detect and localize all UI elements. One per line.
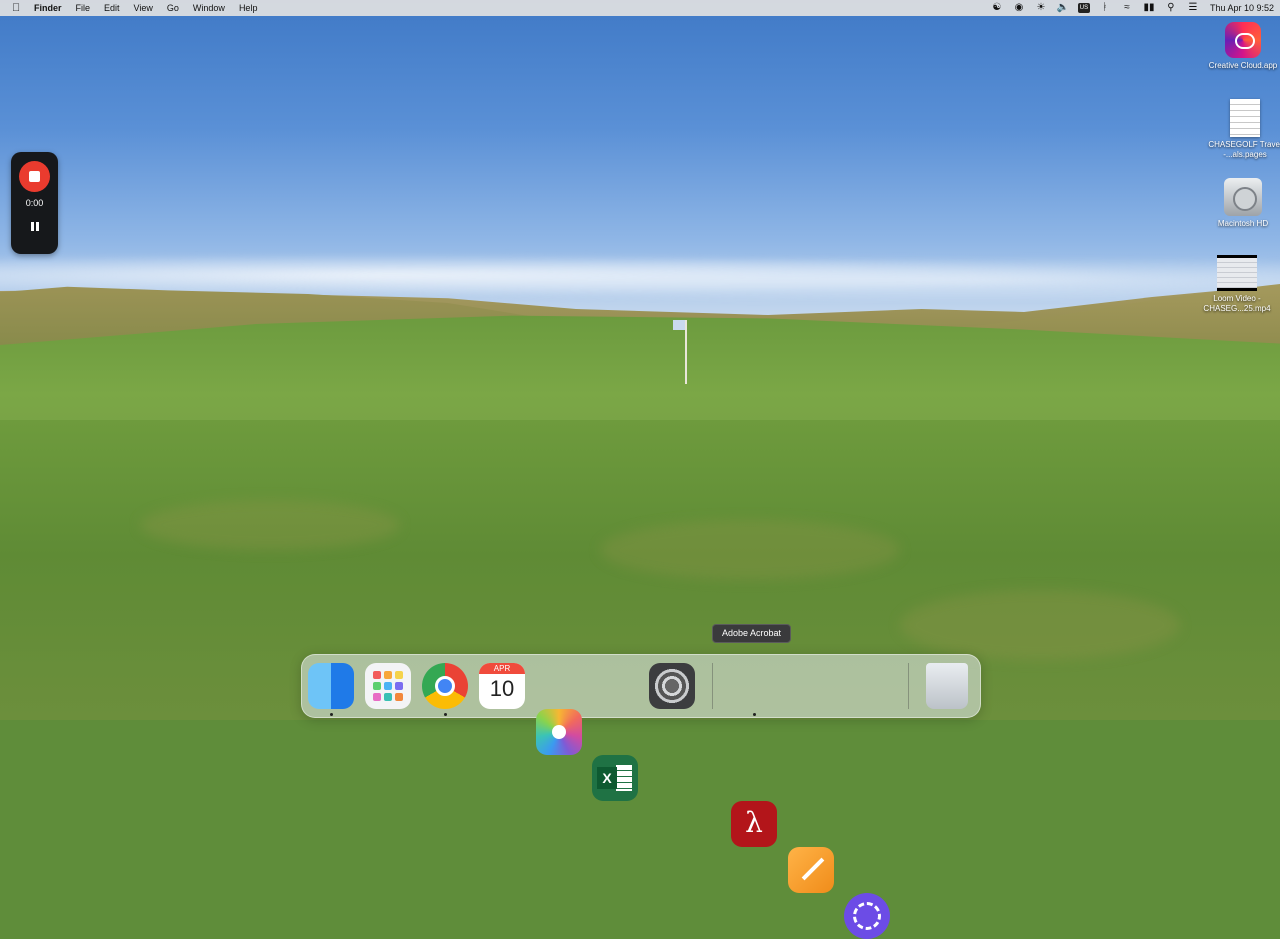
battery-icon[interactable]: ▮▮	[1142, 0, 1156, 16]
menu-help[interactable]: Help	[239, 0, 258, 16]
status-area: ☯ ◉ ☀ 🔈 US ᛓ ≈ ▮▮ ⚲ ☰ Thu Apr 10 9:52	[982, 0, 1274, 16]
wifi-icon[interactable]: ≈	[1120, 0, 1134, 16]
dock-app-calendar[interactable]: APR 10	[479, 663, 525, 709]
screen-recording-status-icon[interactable]: ◉	[1012, 0, 1026, 16]
calendar-month: APR	[479, 663, 525, 674]
menu-view[interactable]: View	[134, 0, 153, 16]
spotlight-search-icon[interactable]: ⚲	[1164, 0, 1178, 16]
volume-icon[interactable]: 🔈	[1056, 0, 1070, 16]
desktop-wallpaper	[0, 0, 1280, 720]
menu-window[interactable]: Window	[193, 0, 225, 16]
wallpaper-patch	[140, 500, 400, 550]
desktop-item-chasegolf-pages[interactable]: CHASEGOLF Travel -...als.pages	[1205, 99, 1280, 160]
hard-drive-icon	[1224, 178, 1262, 216]
dock-app-trash[interactable]	[926, 663, 968, 709]
dock-separator	[908, 663, 909, 709]
dock-app-launchpad[interactable]	[365, 663, 411, 709]
acrobat-icon: λ	[745, 806, 763, 839]
dock-app-perplexity[interactable]	[844, 893, 890, 939]
wallpaper-patch	[600, 520, 900, 580]
menu-edit[interactable]: Edit	[104, 0, 120, 16]
pause-icon[interactable]	[28, 220, 42, 234]
dock-app-finder[interactable]	[308, 663, 354, 709]
pages-document-icon	[1230, 99, 1260, 137]
golf-flag	[673, 320, 685, 330]
excel-glyph: X	[597, 767, 617, 789]
dock-app-photos[interactable]	[536, 709, 582, 755]
control-center-icon[interactable]: ☰	[1186, 0, 1200, 16]
running-indicator	[444, 713, 447, 716]
video-file-icon	[1217, 255, 1257, 291]
menu-app-name[interactable]: Finder	[34, 0, 62, 16]
menu-go[interactable]: Go	[167, 0, 179, 16]
bluetooth-icon[interactable]: ᛓ	[1098, 0, 1112, 16]
desktop-item-loom-video[interactable]: Loom Video - CHASEG...25.mp4	[1197, 255, 1277, 314]
dock-app-system-settings[interactable]	[649, 663, 695, 709]
golf-flagstick	[685, 320, 687, 384]
desktop-item-label: CHASEGOLF Travel -...als.pages	[1208, 140, 1280, 159]
menu-file[interactable]: File	[76, 0, 91, 16]
dock-separator	[712, 663, 713, 709]
running-indicator	[330, 713, 333, 716]
screen-recorder-widget: 0:00	[11, 152, 58, 254]
brightness-icon[interactable]: ☀	[1034, 0, 1048, 16]
desktop-item-label: Macintosh HD	[1217, 219, 1269, 228]
dock-app-adobe-acrobat[interactable]: λ	[731, 801, 777, 847]
menu-bar-clock[interactable]: Thu Apr 10 9:52	[1210, 0, 1274, 16]
dock: APR 10 X λ	[301, 654, 981, 939]
input-source-icon[interactable]: US	[1077, 3, 1090, 13]
desktop-item-label: Loom Video - CHASEG...25.mp4	[1203, 294, 1271, 313]
desktop-item-label: Creative Cloud.app	[1208, 61, 1278, 70]
dock-tooltip: Adobe Acrobat	[712, 624, 792, 643]
record-stop-button[interactable]	[19, 161, 50, 192]
recording-timer: 0:00	[25, 198, 44, 208]
menu-bar:  Finder File Edit View Go Window Help ☯…	[0, 0, 1280, 16]
wallpaper-patch	[900, 590, 1180, 660]
apple-logo-icon[interactable]: 	[12, 0, 24, 16]
creative-cloud-icon	[1225, 22, 1261, 58]
dock-app-pages[interactable]	[788, 847, 834, 893]
desktop-item-macintosh-hd[interactable]: Macintosh HD	[1203, 178, 1280, 229]
calendar-day: 10	[489, 676, 515, 701]
desktop-item-creative-cloud[interactable]: Creative Cloud.app	[1203, 22, 1280, 71]
running-indicator	[753, 713, 756, 716]
creative-cloud-status-icon[interactable]: ☯	[990, 0, 1004, 16]
dock-app-excel[interactable]: X	[592, 755, 638, 801]
dock-app-chrome[interactable]	[422, 663, 468, 709]
stop-icon	[29, 171, 40, 182]
